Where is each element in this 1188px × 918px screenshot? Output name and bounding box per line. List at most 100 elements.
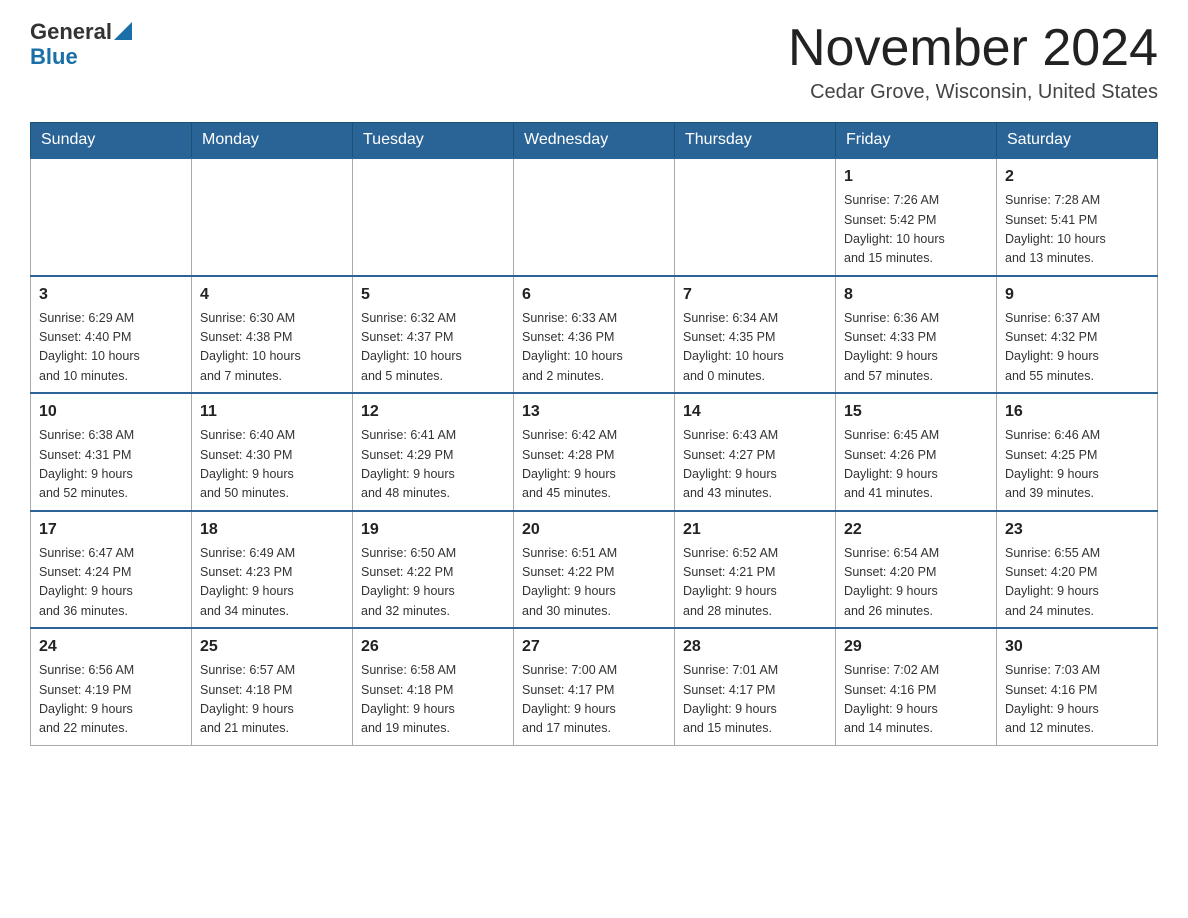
calendar-day-cell: 10Sunrise: 6:38 AM Sunset: 4:31 PM Dayli… — [31, 393, 192, 511]
calendar-day-cell — [192, 158, 353, 276]
day-number: 23 — [1005, 518, 1149, 542]
day-info: Sunrise: 6:55 AM Sunset: 4:20 PM Dayligh… — [1005, 544, 1149, 622]
day-info: Sunrise: 6:56 AM Sunset: 4:19 PM Dayligh… — [39, 661, 183, 739]
calendar-day-cell — [353, 158, 514, 276]
day-number: 16 — [1005, 400, 1149, 424]
day-info: Sunrise: 6:58 AM Sunset: 4:18 PM Dayligh… — [361, 661, 505, 739]
calendar-day-cell: 8Sunrise: 6:36 AM Sunset: 4:33 PM Daylig… — [836, 276, 997, 394]
day-info: Sunrise: 6:45 AM Sunset: 4:26 PM Dayligh… — [844, 426, 988, 504]
calendar-day-cell: 24Sunrise: 6:56 AM Sunset: 4:19 PM Dayli… — [31, 628, 192, 745]
day-number: 1 — [844, 165, 988, 189]
calendar-day-header: Monday — [192, 123, 353, 159]
calendar-day-header: Thursday — [675, 123, 836, 159]
calendar-day-cell: 6Sunrise: 6:33 AM Sunset: 4:36 PM Daylig… — [514, 276, 675, 394]
logo: General Blue — [30, 20, 132, 70]
page-header: General Blue November 2024 Cedar Grove, … — [30, 20, 1158, 104]
calendar-subtitle: Cedar Grove, Wisconsin, United States — [788, 81, 1158, 104]
calendar-day-cell: 18Sunrise: 6:49 AM Sunset: 4:23 PM Dayli… — [192, 511, 353, 629]
calendar-day-cell — [514, 158, 675, 276]
day-info: Sunrise: 7:00 AM Sunset: 4:17 PM Dayligh… — [522, 661, 666, 739]
calendar-day-cell: 19Sunrise: 6:50 AM Sunset: 4:22 PM Dayli… — [353, 511, 514, 629]
day-number: 5 — [361, 283, 505, 307]
day-info: Sunrise: 6:34 AM Sunset: 4:35 PM Dayligh… — [683, 309, 827, 387]
day-number: 4 — [200, 283, 344, 307]
calendar-day-cell: 26Sunrise: 6:58 AM Sunset: 4:18 PM Dayli… — [353, 628, 514, 745]
calendar-day-cell: 28Sunrise: 7:01 AM Sunset: 4:17 PM Dayli… — [675, 628, 836, 745]
day-number: 24 — [39, 635, 183, 659]
day-number: 30 — [1005, 635, 1149, 659]
calendar-day-cell: 25Sunrise: 6:57 AM Sunset: 4:18 PM Dayli… — [192, 628, 353, 745]
day-number: 26 — [361, 635, 505, 659]
calendar-day-cell: 17Sunrise: 6:47 AM Sunset: 4:24 PM Dayli… — [31, 511, 192, 629]
calendar-week-row: 3Sunrise: 6:29 AM Sunset: 4:40 PM Daylig… — [31, 276, 1158, 394]
day-info: Sunrise: 6:36 AM Sunset: 4:33 PM Dayligh… — [844, 309, 988, 387]
day-number: 17 — [39, 518, 183, 542]
day-number: 2 — [1005, 165, 1149, 189]
calendar-day-cell: 5Sunrise: 6:32 AM Sunset: 4:37 PM Daylig… — [353, 276, 514, 394]
day-info: Sunrise: 7:28 AM Sunset: 5:41 PM Dayligh… — [1005, 191, 1149, 269]
calendar-day-cell: 27Sunrise: 7:00 AM Sunset: 4:17 PM Dayli… — [514, 628, 675, 745]
calendar-day-cell: 15Sunrise: 6:45 AM Sunset: 4:26 PM Dayli… — [836, 393, 997, 511]
day-number: 10 — [39, 400, 183, 424]
day-number: 14 — [683, 400, 827, 424]
title-section: November 2024 Cedar Grove, Wisconsin, Un… — [788, 20, 1158, 104]
calendar-day-cell: 2Sunrise: 7:28 AM Sunset: 5:41 PM Daylig… — [997, 158, 1158, 276]
day-number: 29 — [844, 635, 988, 659]
day-info: Sunrise: 6:46 AM Sunset: 4:25 PM Dayligh… — [1005, 426, 1149, 504]
day-number: 11 — [200, 400, 344, 424]
day-info: Sunrise: 7:02 AM Sunset: 4:16 PM Dayligh… — [844, 661, 988, 739]
day-number: 21 — [683, 518, 827, 542]
calendar-week-row: 1Sunrise: 7:26 AM Sunset: 5:42 PM Daylig… — [31, 158, 1158, 276]
calendar-day-cell — [675, 158, 836, 276]
logo-general: General — [30, 20, 112, 44]
day-info: Sunrise: 6:47 AM Sunset: 4:24 PM Dayligh… — [39, 544, 183, 622]
calendar-day-header: Saturday — [997, 123, 1158, 159]
calendar-day-cell: 3Sunrise: 6:29 AM Sunset: 4:40 PM Daylig… — [31, 276, 192, 394]
day-number: 6 — [522, 283, 666, 307]
day-number: 27 — [522, 635, 666, 659]
calendar-day-header: Wednesday — [514, 123, 675, 159]
calendar-day-cell: 16Sunrise: 6:46 AM Sunset: 4:25 PM Dayli… — [997, 393, 1158, 511]
day-info: Sunrise: 7:01 AM Sunset: 4:17 PM Dayligh… — [683, 661, 827, 739]
day-info: Sunrise: 6:49 AM Sunset: 4:23 PM Dayligh… — [200, 544, 344, 622]
day-number: 8 — [844, 283, 988, 307]
calendar-day-cell: 4Sunrise: 6:30 AM Sunset: 4:38 PM Daylig… — [192, 276, 353, 394]
calendar-week-row: 10Sunrise: 6:38 AM Sunset: 4:31 PM Dayli… — [31, 393, 1158, 511]
calendar-day-cell: 12Sunrise: 6:41 AM Sunset: 4:29 PM Dayli… — [353, 393, 514, 511]
calendar-day-cell: 7Sunrise: 6:34 AM Sunset: 4:35 PM Daylig… — [675, 276, 836, 394]
calendar-day-cell: 14Sunrise: 6:43 AM Sunset: 4:27 PM Dayli… — [675, 393, 836, 511]
day-info: Sunrise: 6:50 AM Sunset: 4:22 PM Dayligh… — [361, 544, 505, 622]
day-info: Sunrise: 6:52 AM Sunset: 4:21 PM Dayligh… — [683, 544, 827, 622]
day-number: 7 — [683, 283, 827, 307]
day-info: Sunrise: 6:51 AM Sunset: 4:22 PM Dayligh… — [522, 544, 666, 622]
day-info: Sunrise: 6:37 AM Sunset: 4:32 PM Dayligh… — [1005, 309, 1149, 387]
day-info: Sunrise: 6:32 AM Sunset: 4:37 PM Dayligh… — [361, 309, 505, 387]
day-number: 25 — [200, 635, 344, 659]
calendar-week-row: 24Sunrise: 6:56 AM Sunset: 4:19 PM Dayli… — [31, 628, 1158, 745]
logo-blue: Blue — [30, 44, 78, 70]
day-info: Sunrise: 6:29 AM Sunset: 4:40 PM Dayligh… — [39, 309, 183, 387]
day-number: 3 — [39, 283, 183, 307]
calendar-day-cell: 20Sunrise: 6:51 AM Sunset: 4:22 PM Dayli… — [514, 511, 675, 629]
day-info: Sunrise: 6:41 AM Sunset: 4:29 PM Dayligh… — [361, 426, 505, 504]
calendar-day-cell: 23Sunrise: 6:55 AM Sunset: 4:20 PM Dayli… — [997, 511, 1158, 629]
calendar-day-cell — [31, 158, 192, 276]
day-number: 9 — [1005, 283, 1149, 307]
calendar-day-cell: 1Sunrise: 7:26 AM Sunset: 5:42 PM Daylig… — [836, 158, 997, 276]
calendar-day-cell: 22Sunrise: 6:54 AM Sunset: 4:20 PM Dayli… — [836, 511, 997, 629]
day-info: Sunrise: 6:30 AM Sunset: 4:38 PM Dayligh… — [200, 309, 344, 387]
day-number: 12 — [361, 400, 505, 424]
day-number: 20 — [522, 518, 666, 542]
day-info: Sunrise: 6:38 AM Sunset: 4:31 PM Dayligh… — [39, 426, 183, 504]
calendar-day-cell: 11Sunrise: 6:40 AM Sunset: 4:30 PM Dayli… — [192, 393, 353, 511]
calendar-title: November 2024 — [788, 20, 1158, 77]
calendar-day-cell: 30Sunrise: 7:03 AM Sunset: 4:16 PM Dayli… — [997, 628, 1158, 745]
day-info: Sunrise: 6:57 AM Sunset: 4:18 PM Dayligh… — [200, 661, 344, 739]
calendar-day-cell: 21Sunrise: 6:52 AM Sunset: 4:21 PM Dayli… — [675, 511, 836, 629]
day-number: 18 — [200, 518, 344, 542]
day-number: 22 — [844, 518, 988, 542]
day-info: Sunrise: 6:33 AM Sunset: 4:36 PM Dayligh… — [522, 309, 666, 387]
day-number: 13 — [522, 400, 666, 424]
calendar-table: SundayMondayTuesdayWednesdayThursdayFrid… — [30, 122, 1158, 746]
calendar-day-cell: 29Sunrise: 7:02 AM Sunset: 4:16 PM Dayli… — [836, 628, 997, 745]
